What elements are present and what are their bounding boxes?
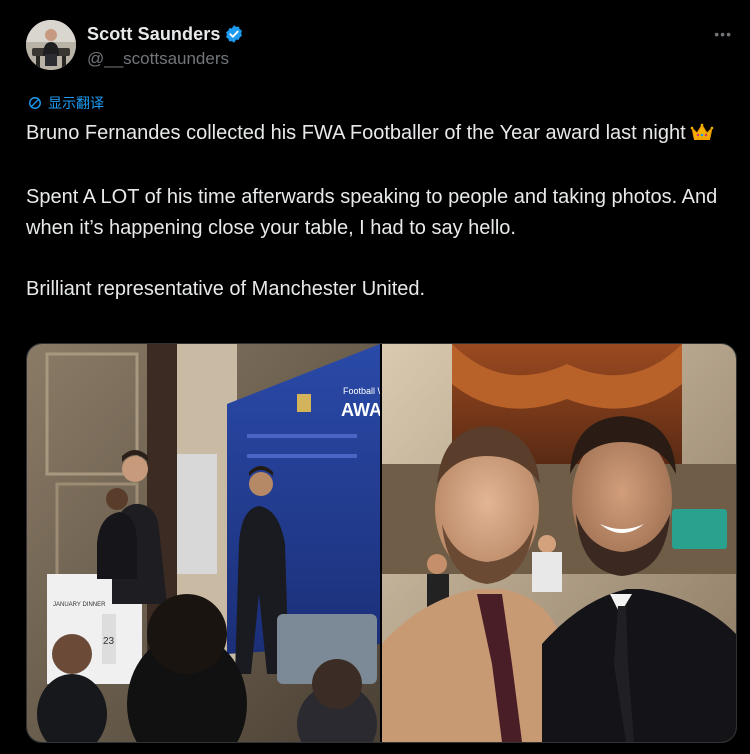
- podium-text: JANUARY DINNER: [53, 602, 106, 608]
- tweet-paragraph-2: Spent A LOT of his time afterwards speak…: [26, 186, 718, 239]
- backdrop-text-big: AWARD: [341, 400, 380, 420]
- display-name[interactable]: Scott Saunders: [87, 25, 220, 43]
- backdrop-text-small: Football Writ: [343, 386, 380, 396]
- table-number: 23: [103, 636, 115, 647]
- photo-award-stage[interactable]: Football Writ AWARD JANUARY DINNER: [27, 344, 380, 742]
- handle[interactable]: @__scottsaunders: [87, 50, 244, 67]
- display-name-row: Scott Saunders: [87, 24, 244, 44]
- crown-emoji-icon: [690, 121, 714, 152]
- media-grid: Football Writ AWARD JANUARY DINNER: [26, 343, 737, 743]
- show-translation-link[interactable]: 显示翻译: [28, 93, 104, 113]
- translate-label: 显示翻译: [48, 95, 104, 111]
- more-options-button[interactable]: •••: [714, 26, 732, 42]
- tweet-line-1: Bruno Fernandes collected his FWA Footba…: [26, 122, 686, 144]
- tweet-paragraph-1: Bruno Fernandes collected his FWA Footba…: [26, 118, 726, 152]
- tweet-card: Scott Saunders @__scottsaunders ••• 显示翻译…: [0, 0, 750, 754]
- avatar[interactable]: [26, 20, 76, 70]
- translate-icon: [28, 96, 42, 110]
- tweet-paragraph-3: Brilliant representative of Manchester U…: [26, 278, 426, 300]
- tweet-header: Scott Saunders @__scottsaunders: [26, 20, 730, 74]
- photo-selfie[interactable]: [382, 344, 736, 742]
- tweet-text: Bruno Fernandes collected his FWA Footba…: [26, 118, 726, 305]
- verified-badge-icon: [224, 24, 244, 44]
- author-names: Scott Saunders @__scottsaunders: [87, 24, 244, 67]
